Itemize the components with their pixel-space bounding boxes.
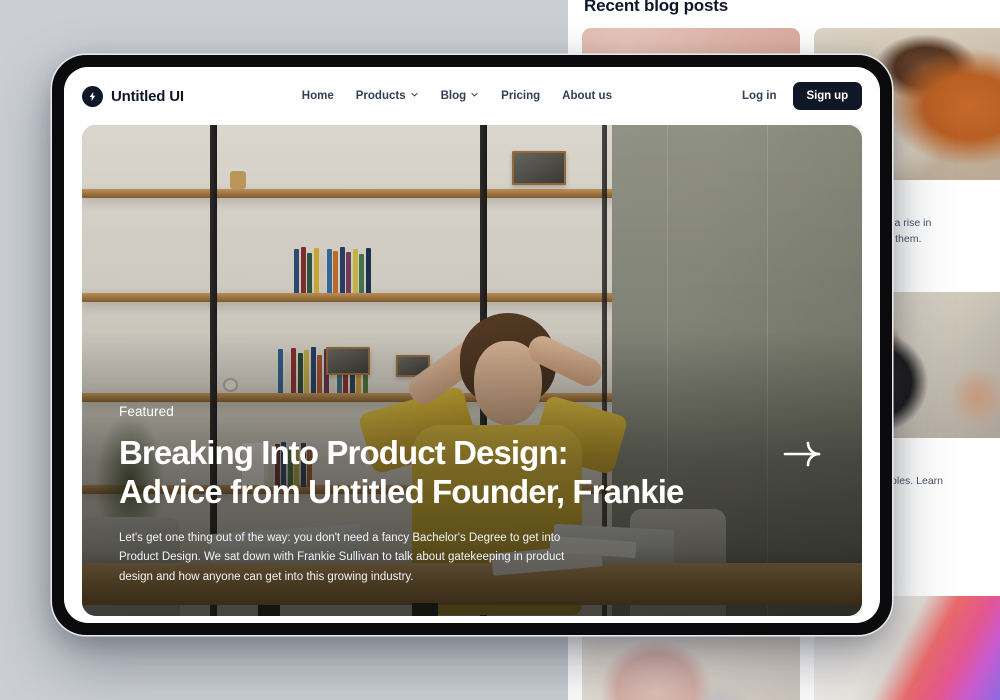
hero-description: Let's get one thing out of the way: you … [119, 531, 565, 584]
recent-blog-posts-heading: Recent blog posts [584, 0, 728, 15]
arrow-right-icon[interactable] [782, 440, 824, 468]
brand-logo[interactable]: Untitled UI [82, 85, 184, 107]
hero-text-block: Featured Breaking Into Product Design: A… [119, 404, 792, 588]
nav-actions: Log in Sign up [742, 82, 862, 110]
brand-name: Untitled UI [111, 87, 184, 105]
nav-item-label: Products [355, 90, 406, 102]
nav-item-pricing[interactable]: Pricing [501, 90, 540, 102]
tablet-device-frame: Untitled UI Home Products Blog Pricing A… [52, 55, 892, 635]
signup-button[interactable]: Sign up [792, 82, 862, 110]
nav-item-label: Pricing [501, 90, 541, 102]
site-navbar: Untitled UI Home Products Blog Pricing A… [64, 67, 880, 125]
nav-item-blog[interactable]: Blog [441, 90, 480, 102]
nav-item-home[interactable]: Home [302, 90, 334, 102]
nav-item-products[interactable]: Products [356, 90, 419, 102]
login-link[interactable]: Log in [742, 90, 777, 102]
featured-label: Featured [119, 404, 174, 420]
nav-item-label: Home [301, 90, 334, 102]
screenshot-stage: Recent blog posts API Stack has been met… [0, 0, 1000, 700]
nav-item-label: Blog [440, 90, 467, 102]
tablet-screen: Untitled UI Home Products Blog Pricing A… [64, 67, 880, 623]
nav-item-label: About us [562, 90, 612, 102]
hero-title-line-2: Advice from Untitled Founder, Frankie [119, 473, 684, 511]
primary-nav: Home Products Blog Pricing About us [302, 90, 612, 102]
bolt-circle-icon [82, 85, 103, 107]
page-title: Breaking Into Product Design: Advice fro… [119, 433, 792, 512]
featured-post-hero[interactable]: Featured Breaking Into Product Design: A… [82, 125, 862, 616]
nav-item-about-us[interactable]: About us [562, 90, 612, 102]
chevron-down-icon [470, 90, 479, 102]
chevron-down-icon [410, 90, 419, 102]
hero-title-line-1: Breaking Into Product Design: [119, 434, 569, 472]
